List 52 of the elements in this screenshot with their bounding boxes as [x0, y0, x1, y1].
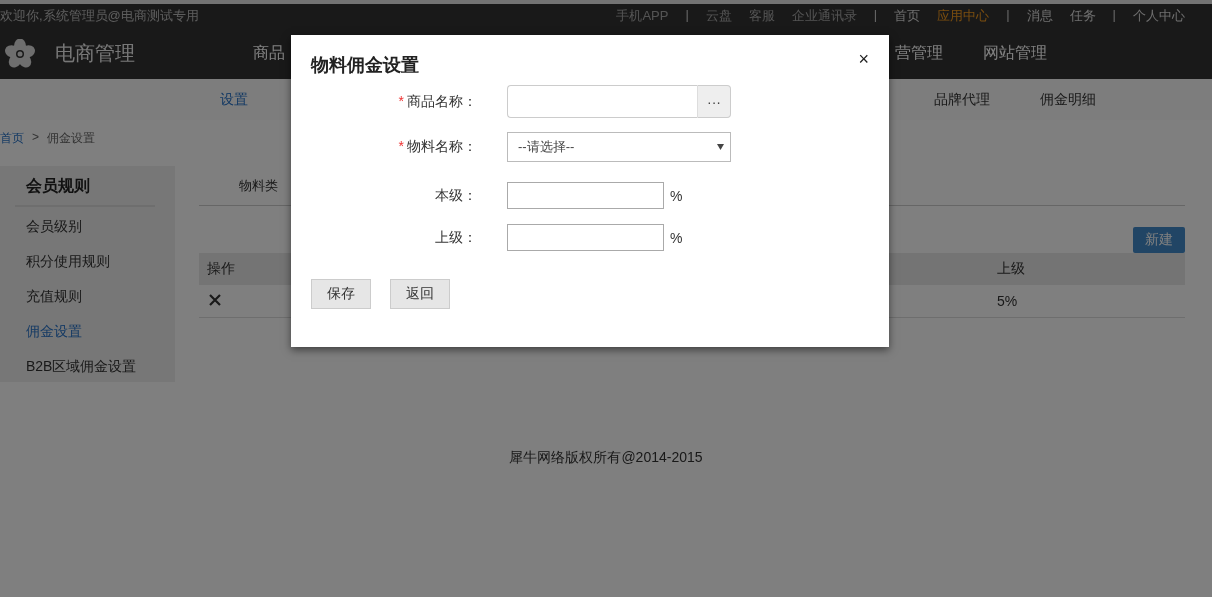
sidebar-item[interactable]: 佣金设置 [0, 314, 175, 349]
breadcrumb-text: > [32, 130, 39, 146]
required-mark: * [398, 92, 404, 109]
percent-unit: % [670, 229, 683, 246]
delete-icon[interactable] [209, 294, 221, 306]
sub-nav-item[interactable]: 品牌代理 [934, 90, 990, 109]
separator: | [873, 7, 878, 24]
percent-input[interactable] [507, 182, 664, 209]
separator: | [1112, 7, 1116, 24]
nav-item[interactable]: 营管理 [895, 43, 943, 64]
table-cell-text: 5% [996, 293, 1019, 309]
close-button[interactable]: × [858, 49, 869, 70]
required-mark: * [398, 138, 404, 154]
caret-icon [717, 144, 724, 150]
welcome-text: 欢迎你,系统管理员@电商测试专用 [0, 7, 199, 25]
product-name-input[interactable] [507, 85, 697, 118]
column-header: 操作 [206, 260, 236, 278]
back-button[interactable]: 返回 [390, 279, 450, 309]
flower-icon [5, 38, 35, 69]
app-title: 电商管理 [55, 41, 135, 66]
material-select[interactable]: --请选择-- [507, 132, 731, 162]
column-header: 上级 [996, 260, 1026, 278]
nav-item[interactable]: 商品 [253, 43, 285, 64]
browse-button[interactable]: ··· [697, 85, 731, 118]
top-link[interactable]: 任务 [1069, 7, 1096, 25]
field-label: 物料名称： [407, 138, 477, 154]
field-label: 上级： [435, 228, 477, 245]
breadcrumb-text: 佣金设置 [47, 130, 95, 147]
content-tab[interactable]: 物料类 [239, 176, 278, 195]
top-link[interactable]: 首页 [894, 7, 921, 25]
copyright-text: 犀牛网络版权所有@2014-2015 [508, 449, 704, 467]
new-button[interactable]: 新建 [1133, 227, 1185, 253]
sidebar-item[interactable]: B2B区域佣金设置 [0, 349, 175, 384]
dialog-title: 物料佣金设置 [311, 54, 419, 77]
top-link[interactable]: 消息 [1026, 7, 1053, 25]
field-label: 本级： [435, 186, 477, 203]
breadcrumb-link[interactable]: 首页 [0, 130, 24, 156]
sidebar-item[interactable]: 会员级别 [0, 209, 175, 244]
field-label: 商品名称： [407, 92, 477, 109]
percent-unit: % [670, 187, 683, 204]
sub-nav-item[interactable]: 佣金明细 [1040, 90, 1096, 109]
separator: | [685, 7, 689, 24]
separator: | [1006, 7, 1010, 24]
sidebar-item[interactable]: 积分使用规则 [0, 244, 175, 279]
sub-nav-item[interactable]: 设置 [220, 90, 248, 109]
percent-input[interactable] [507, 224, 664, 251]
sidebar-title: 会员规则 [15, 176, 155, 207]
save-button[interactable]: 保存 [311, 279, 371, 309]
sidebar-item[interactable]: 充值规则 [0, 279, 175, 314]
nav-item[interactable]: 网站管理 [983, 43, 1047, 64]
top-link[interactable]: 个人中心 [1133, 7, 1185, 25]
top-link[interactable]: 应用中心 [937, 7, 990, 25]
